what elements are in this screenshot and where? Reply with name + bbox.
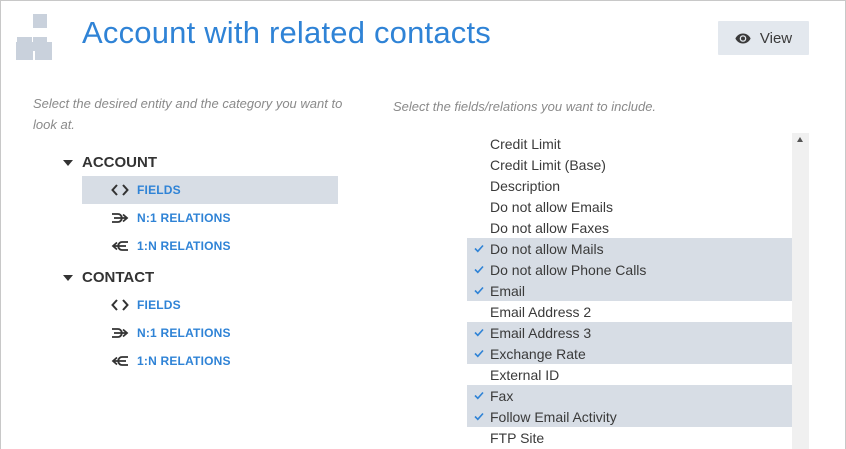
- view-button-label: View: [759, 29, 793, 47]
- check-icon: [467, 412, 490, 421]
- tree-item-label: FIELDS: [137, 298, 181, 312]
- check-icon: [467, 349, 490, 358]
- tree-item-label: 1:N RELATIONS: [137, 354, 231, 368]
- tree-item-label: FIELDS: [137, 183, 181, 197]
- field-row[interactable]: Email Address 2: [467, 301, 792, 322]
- tree-group-label: ACCOUNT: [82, 153, 157, 171]
- tree-item-contact-fields[interactable]: FIELDS: [82, 291, 338, 319]
- tree-item-contact-1n-relations[interactable]: 1:N RELATIONS: [82, 347, 338, 375]
- check-icon: [467, 286, 490, 295]
- tree-item-account-fields[interactable]: FIELDS: [82, 176, 338, 204]
- tree-item-account-n1-relations[interactable]: N:1 RELATIONS: [82, 204, 338, 232]
- eye-icon: [735, 33, 751, 43]
- caret-down-icon: [63, 274, 73, 281]
- tree-item-label: N:1 RELATIONS: [137, 211, 231, 225]
- merge-arrow-icon: [109, 212, 131, 224]
- field-list: Credit Limit Credit Limit (Base) Descrip…: [467, 133, 792, 449]
- check-icon: [467, 265, 490, 274]
- check-icon: [467, 244, 490, 253]
- tree-item-account-1n-relations[interactable]: 1:N RELATIONS: [82, 232, 338, 260]
- field-row[interactable]: Email: [467, 280, 792, 301]
- field-row[interactable]: Email Address 3: [467, 322, 792, 343]
- field-row[interactable]: Do not allow Mails: [467, 238, 792, 259]
- field-row[interactable]: Description: [467, 175, 792, 196]
- page-title: Account with related contacts: [82, 15, 492, 50]
- caret-down-icon: [63, 159, 73, 166]
- check-icon: [467, 391, 490, 400]
- split-arrow-icon: [109, 240, 131, 252]
- field-row[interactable]: Do not allow Faxes: [467, 217, 792, 238]
- entity-hint-text: Select the desired entity and the catego…: [33, 96, 343, 132]
- field-row[interactable]: FTP Site: [467, 427, 792, 448]
- split-arrow-icon: [109, 355, 131, 367]
- tree-group-account[interactable]: ACCOUNT: [63, 151, 157, 173]
- tree-item-label: 1:N RELATIONS: [137, 239, 231, 253]
- field-row[interactable]: Exchange Rate: [467, 343, 792, 364]
- merge-arrow-icon: [109, 327, 131, 339]
- field-row[interactable]: External ID: [467, 364, 792, 385]
- code-brackets-icon: [109, 184, 131, 196]
- check-icon: [467, 328, 490, 337]
- field-row[interactable]: Follow Email Activity: [467, 406, 792, 427]
- tree-item-contact-n1-relations[interactable]: N:1 RELATIONS: [82, 319, 338, 347]
- tree-group-contact[interactable]: CONTACT: [63, 266, 154, 288]
- field-list-scrollbar[interactable]: [792, 133, 809, 449]
- field-row[interactable]: Do not allow Phone Calls: [467, 259, 792, 280]
- field-row[interactable]: Do not allow Emails: [467, 196, 792, 217]
- field-row[interactable]: Credit Limit: [467, 133, 792, 154]
- scroll-up-arrow-icon[interactable]: [797, 137, 803, 142]
- fields-hint-text: Select the fields/relations you want to …: [393, 99, 657, 114]
- field-row[interactable]: Credit Limit (Base): [467, 154, 792, 175]
- tree-item-label: N:1 RELATIONS: [137, 326, 231, 340]
- code-brackets-icon: [109, 299, 131, 311]
- view-button[interactable]: View: [718, 21, 809, 55]
- field-row[interactable]: Fax: [467, 385, 792, 406]
- tree-group-label: CONTACT: [82, 268, 155, 286]
- entity-logo-icon: [16, 14, 64, 60]
